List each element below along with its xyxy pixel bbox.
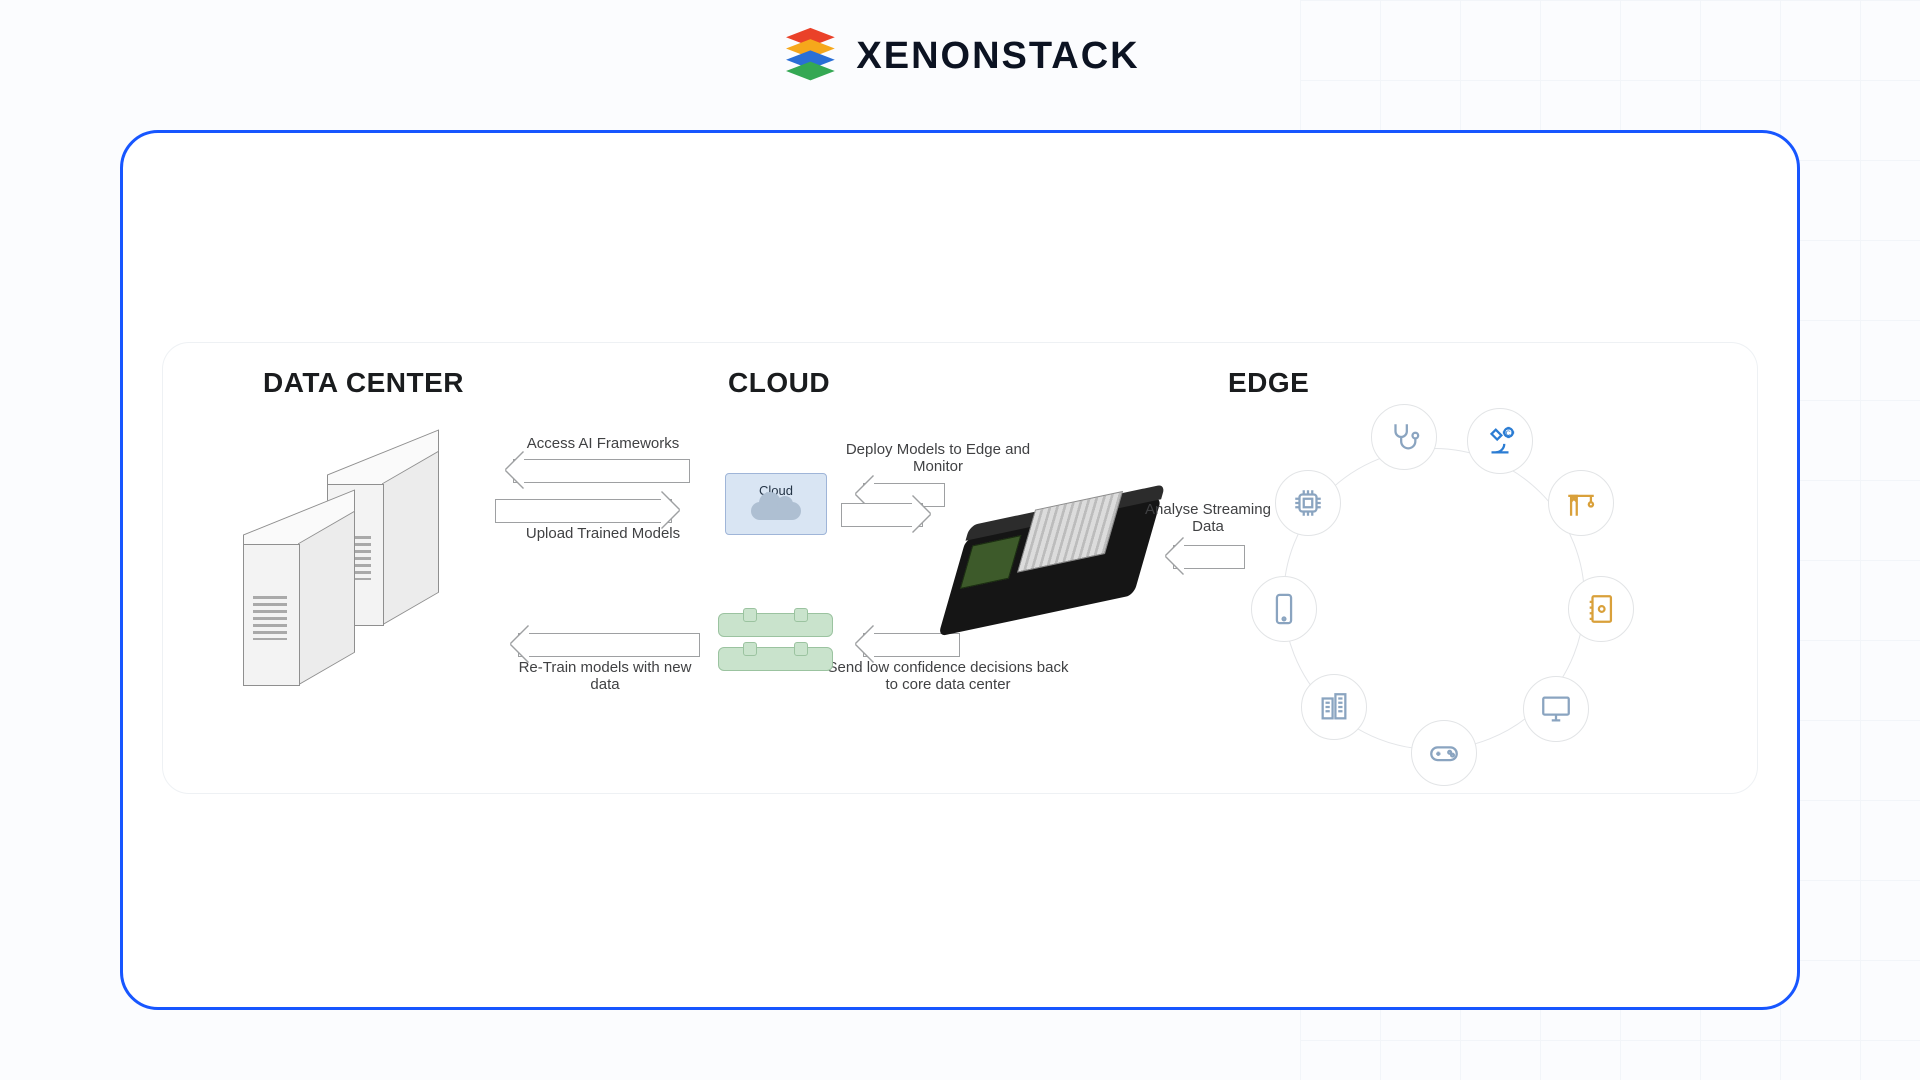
cloud-tile: Cloud <box>725 473 827 535</box>
label-deploy: Deploy Models to Edge and Monitor <box>838 441 1038 475</box>
stethoscope-icon <box>1371 404 1437 470</box>
xenonstack-logo-icon <box>780 26 840 86</box>
column-title-data-center: DATA CENTER <box>263 367 464 399</box>
arrow-lowconf <box>863 633 960 657</box>
chip-icon <box>1275 470 1341 536</box>
gamepad-icon <box>1411 720 1477 786</box>
label-lowconf: Send low confidence decisions back to co… <box>823 659 1073 693</box>
arrow-analyse <box>1173 545 1245 569</box>
brand: XENONSTACK <box>780 26 1139 86</box>
svg-text:C: C <box>1506 429 1511 437</box>
stack-item <box>718 647 833 671</box>
notebook-icon <box>1568 576 1634 642</box>
arrow-upload-models <box>495 499 672 523</box>
diagram-frame: DATA CENTER CLOUD EDGE Access AI Framewo… <box>120 130 1800 1010</box>
brand-name: XENONSTACK <box>856 35 1139 78</box>
edge-board-illustration <box>938 479 1159 638</box>
label-upload-models: Upload Trained Models <box>503 525 703 542</box>
diagram-card: DATA CENTER CLOUD EDGE Access AI Framewo… <box>163 343 1757 793</box>
column-title-edge: EDGE <box>1228 367 1309 399</box>
arrow-retrain <box>518 633 700 657</box>
arrow-deploy-right <box>841 503 923 527</box>
column-title-cloud: CLOUD <box>728 367 830 399</box>
arrow-access-ai <box>513 459 690 483</box>
microscope-gear-icon: C <box>1467 408 1533 474</box>
monitor-icon <box>1523 676 1589 742</box>
server-illustration <box>243 488 473 738</box>
edge-icon-ring: C <box>1243 408 1623 788</box>
cloud-icon <box>751 502 801 526</box>
phone-icon <box>1251 576 1317 642</box>
buildings-icon <box>1301 674 1367 740</box>
stack-item <box>718 613 833 637</box>
crane-icon <box>1548 470 1614 536</box>
label-access-ai: Access AI Frameworks <box>503 435 703 452</box>
model-stack <box>718 613 833 681</box>
label-retrain: Re-Train models with new data <box>505 659 705 693</box>
